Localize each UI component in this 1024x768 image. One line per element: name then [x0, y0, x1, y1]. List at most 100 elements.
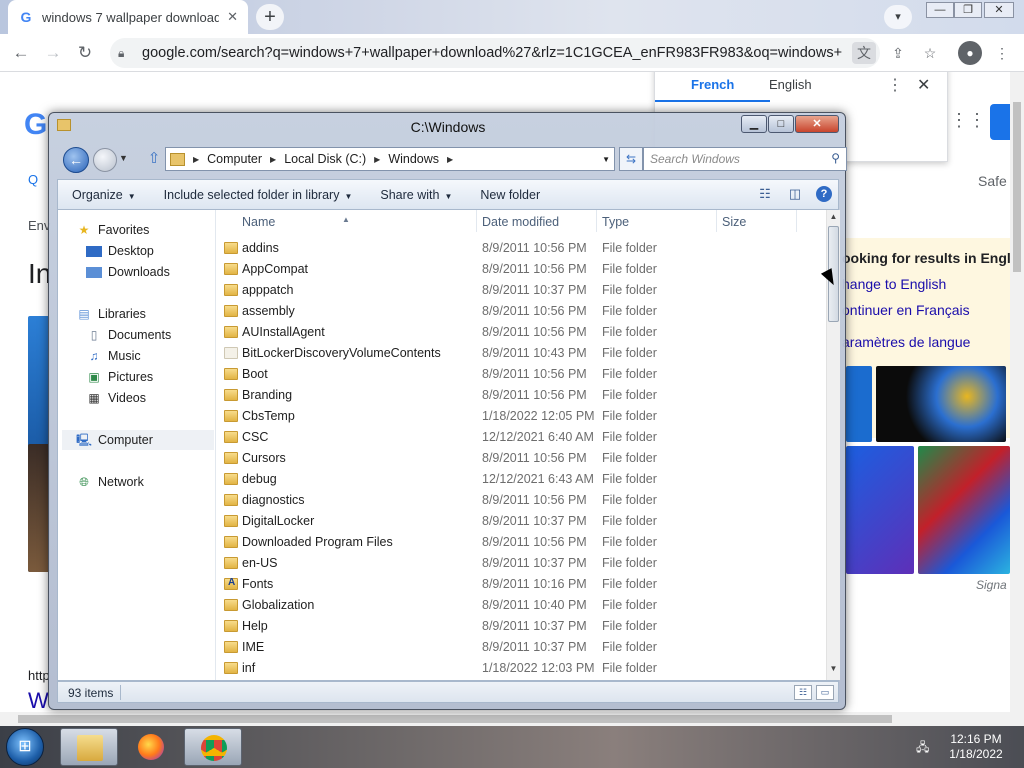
change-to-english-link[interactable]: hange to English	[842, 276, 1004, 292]
nav-documents[interactable]: ▯ Documents	[86, 325, 172, 345]
breadcrumb-chevron-icon[interactable]: ▶	[189, 155, 203, 164]
table-row[interactable]: AppCompat 8/9/2011 10:56 PM File folder	[218, 259, 818, 280]
search-icon[interactable]: ⚲	[831, 151, 840, 165]
bookmark-star-icon[interactable]: ☆	[918, 42, 942, 64]
translate-lang-english[interactable]: English	[769, 77, 812, 92]
language-settings-link[interactable]: aramètres de langue	[842, 334, 1004, 350]
back-arrow-icon[interactable]: ←	[63, 147, 89, 173]
table-row[interactable]: assembly 8/9/2011 10:56 PM File folder	[218, 301, 818, 322]
table-row[interactable]: BitLockerDiscoveryVolumeContents 8/9/2011…	[218, 343, 818, 364]
network-icon[interactable]: 🖧︎	[916, 738, 932, 754]
table-row[interactable]: Branding 8/9/2011 10:56 PM File folder	[218, 385, 818, 406]
column-date-modified[interactable]: Date modified	[482, 215, 559, 229]
view-options-icon[interactable]: ☷ ▾	[756, 185, 774, 219]
taskbar-explorer-button[interactable]	[60, 728, 118, 766]
table-row[interactable]: DigitalLocker 8/9/2011 10:37 PM File folde…	[218, 511, 818, 532]
page-horizontal-scrollbar[interactable]	[0, 712, 1024, 726]
url-text[interactable]: google.com/search?q=windows+7+wallpaper+…	[142, 45, 842, 61]
start-button[interactable]: ⊞	[6, 728, 44, 766]
table-row[interactable]: CSC 12/12/2021 6:40 AM File folder	[218, 427, 818, 448]
new-tab-button[interactable]: +	[256, 4, 284, 30]
nav-videos[interactable]: ▦ Videos	[86, 388, 146, 408]
tab-search-icon[interactable]: ▾	[884, 5, 912, 29]
organize-button[interactable]: Organize ▼	[58, 188, 150, 202]
column-size[interactable]: Size	[722, 215, 746, 229]
preview-pane-icon[interactable]: ◫	[786, 185, 804, 203]
thumbnail-view-icon[interactable]: ▭	[816, 685, 834, 700]
refresh-icon[interactable]: ⇆	[619, 147, 643, 171]
nav-libraries[interactable]: ▤ Libraries	[76, 304, 146, 324]
nav-desktop[interactable]: Desktop	[86, 241, 154, 261]
explorer-maximize-button[interactable]: □	[768, 115, 794, 133]
breadcrumb-chevron-icon[interactable]: ▶	[443, 155, 457, 164]
explorer-search-input[interactable]: Search Windows ⚲	[643, 147, 847, 171]
column-type[interactable]: Type	[602, 215, 629, 229]
menu-dots-icon[interactable]: ⋮	[990, 42, 1014, 64]
nav-downloads[interactable]: Downloads	[86, 262, 170, 282]
translate-lang-french[interactable]: French	[655, 77, 771, 102]
explorer-close-button[interactable]: ✕	[795, 115, 839, 133]
new-folder-button[interactable]: New folder	[466, 188, 554, 202]
reload-icon[interactable]: ↻	[74, 42, 96, 64]
table-row[interactable]: Globalization 8/9/2011 10:40 PM File folde…	[218, 595, 818, 616]
explorer-address-bar[interactable]: ▶ Computer ▶ Local Disk (C:) ▶ Windows ▶…	[165, 147, 615, 171]
result-link[interactable]: W	[28, 688, 49, 712]
browser-tab[interactable]: G windows 7 wallpaper download ✕	[8, 0, 248, 34]
address-dropdown-icon[interactable]: ▼	[602, 155, 610, 164]
back-arrow-icon[interactable]: ←	[10, 42, 32, 64]
scroll-down-icon[interactable]: ▼	[827, 664, 840, 678]
column-name[interactable]: Name	[242, 215, 275, 229]
restore-button[interactable]: ❐	[954, 2, 982, 18]
address-bar[interactable]: 🔒︎ google.com/search?q=windows+7+wallpap…	[110, 38, 880, 68]
continue-french-link[interactable]: ontinuer en Français	[842, 302, 1004, 318]
breadcrumb-chevron-icon[interactable]: ▶	[266, 155, 280, 164]
table-row[interactable]: Downloaded Program Files 8/9/2011 10:56 P…	[218, 532, 818, 553]
table-row[interactable]: AUInstallAgent 8/9/2011 10:56 PM File fold…	[218, 322, 818, 343]
profile-avatar-icon[interactable]: ●	[958, 41, 982, 65]
nav-favorites[interactable]: ★ Favorites	[76, 220, 150, 240]
translate-close-icon[interactable]: ✕	[917, 75, 930, 95]
breadcrumb-chevron-icon[interactable]: ▶	[370, 155, 384, 164]
clock[interactable]: 12:16 PM 1/18/2022	[938, 732, 1014, 762]
recent-pages-dropdown-icon[interactable]: ▼	[119, 153, 128, 163]
translate-icon[interactable]: 文	[852, 42, 876, 64]
nav-computer[interactable]: 🖳︎ Computer	[62, 430, 214, 450]
include-in-library-button[interactable]: Include selected folder in library ▼	[150, 188, 367, 202]
table-row[interactable]: Cursors 8/9/2011 10:56 PM File folder	[218, 448, 818, 469]
nav-music[interactable]: ♫ Music	[86, 346, 141, 366]
details-view-icon[interactable]: ☷	[794, 685, 812, 700]
translate-more-icon[interactable]: ⋮	[887, 75, 903, 95]
table-row[interactable]: CbsTemp 1/18/2022 12:05 PM File folder	[218, 406, 818, 427]
table-row[interactable]: en-US 8/9/2011 10:37 PM File folder	[218, 553, 818, 574]
google-logo[interactable]: G	[24, 108, 47, 142]
up-arrow-icon[interactable]: ⇧	[145, 149, 163, 169]
table-row[interactable]: IME 8/9/2011 10:37 PM File folder	[218, 637, 818, 658]
share-icon[interactable]: ⇪	[886, 42, 910, 64]
image-thumbnail[interactable]	[28, 444, 50, 572]
safesearch-label[interactable]: Safe	[978, 173, 1007, 189]
close-window-button[interactable]: ✕	[984, 2, 1014, 18]
breadcrumb-computer[interactable]: Computer	[207, 152, 262, 166]
taskbar-chrome-button[interactable]	[184, 728, 242, 766]
share-with-button[interactable]: Share with ▼	[366, 188, 466, 202]
breadcrumb-local-disk[interactable]: Local Disk (C:)	[284, 152, 366, 166]
table-row[interactable]: debug 12/12/2021 6:43 AM File folder	[218, 469, 818, 490]
explorer-minimize-button[interactable]: ▁	[741, 115, 767, 133]
forward-arrow-icon[interactable]: →	[42, 42, 64, 64]
image-thumbnail[interactable]	[918, 446, 1010, 574]
scroll-up-icon[interactable]: ▲	[827, 212, 840, 226]
sign-in-button[interactable]	[990, 104, 1010, 140]
forward-arrow-icon[interactable]	[93, 148, 117, 172]
table-row[interactable]: inf 1/18/2022 12:03 PM File folder	[218, 658, 818, 679]
table-row[interactable]: Fonts 8/9/2011 10:16 PM File folder	[218, 574, 818, 595]
page-vertical-scrollbar[interactable]	[1010, 72, 1024, 712]
search-tab-icon[interactable]: Q	[28, 172, 38, 187]
nav-network[interactable]: 🌐︎ Network	[76, 472, 144, 492]
table-row[interactable]: addins 8/9/2011 10:56 PM File folder	[218, 238, 818, 259]
nav-pictures[interactable]: ▣ Pictures	[86, 367, 153, 387]
table-row[interactable]: Help 8/9/2011 10:37 PM File folder	[218, 616, 818, 637]
minimize-button[interactable]: —	[926, 2, 954, 18]
image-thumbnail[interactable]	[876, 366, 1006, 442]
table-row[interactable]: Boot 8/9/2011 10:56 PM File folder	[218, 364, 818, 385]
help-icon[interactable]: ?	[816, 186, 832, 202]
